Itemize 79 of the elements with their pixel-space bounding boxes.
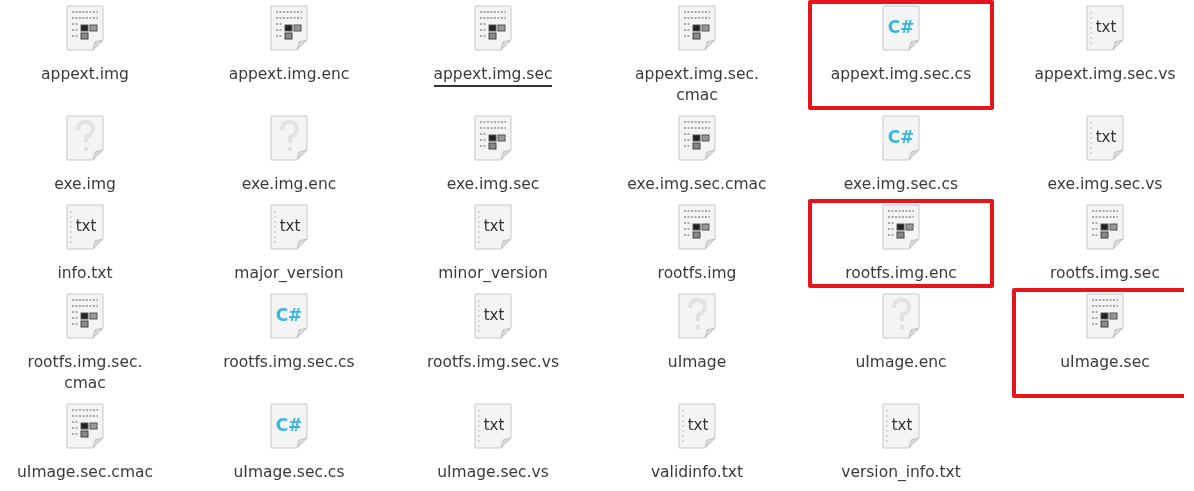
file-name: uImage.sec.cmac	[17, 462, 153, 483]
file-item[interactable]: uImage	[604, 288, 790, 398]
file-name: uImage	[667, 352, 727, 373]
file-name: rootfs.img.sec. cmac	[27, 352, 143, 394]
file-item[interactable]: txt appext.img.sec.vs	[1012, 0, 1184, 110]
text-file-icon[interactable]: txt	[1085, 4, 1125, 52]
file-item[interactable]: rootfs.img.sec	[1012, 199, 1184, 288]
file-name: appext.img.sec.vs	[1034, 64, 1176, 85]
file-item[interactable]: C# uImage.sec.cs	[196, 398, 382, 487]
file-name: info.txt	[57, 263, 113, 284]
file-name: appext.img.enc	[228, 64, 350, 85]
file-item[interactable]: txt validinfo.txt	[604, 398, 790, 487]
binary-file-icon[interactable]	[65, 402, 105, 450]
file-item[interactable]: txt exe.img.sec.vs	[1012, 110, 1184, 199]
file-name: uImage.sec.cs	[233, 462, 345, 483]
file-item[interactable]: exe.img	[0, 110, 178, 199]
file-item[interactable]: exe.img.sec.cmac	[604, 110, 790, 199]
file-item[interactable]: C# exe.img.sec.cs	[808, 110, 994, 199]
file-name: rootfs.img	[657, 263, 737, 284]
file-item[interactable]: txt version_info.txt	[808, 398, 994, 487]
binary-file-icon[interactable]	[677, 203, 717, 251]
file-name: version_info.txt	[841, 462, 961, 483]
file-name: appext.img	[41, 64, 129, 85]
binary-file-icon[interactable]	[1085, 203, 1125, 251]
file-item[interactable]: uImage.sec.cmac	[0, 398, 178, 487]
file-item[interactable]: appext.img	[0, 0, 178, 110]
file-name: rootfs.img.sec.vs	[427, 352, 559, 373]
text-file-icon[interactable]: txt	[65, 203, 105, 251]
file-item[interactable]: uImage.sec	[1012, 288, 1184, 398]
file-item[interactable]: appext.img.enc	[196, 0, 382, 110]
file-name: uImage.sec.vs	[437, 462, 549, 483]
file-name: appext.img.sec. cmac	[635, 64, 759, 106]
file-item[interactable]: txt info.txt	[0, 199, 178, 288]
file-item[interactable]: rootfs.img.enc	[808, 199, 994, 288]
binary-file-icon[interactable]	[473, 4, 513, 52]
file-item[interactable]: txt uImage.sec.vs	[400, 398, 586, 487]
binary-file-icon[interactable]	[65, 292, 105, 340]
file-item[interactable]: C# appext.img.sec.cs	[808, 0, 994, 110]
file-name: uImage.sec	[1060, 352, 1150, 373]
file-name: exe.img.sec.vs	[1047, 174, 1163, 195]
file-name: exe.img.enc	[241, 174, 337, 195]
file-item[interactable]: exe.img.sec	[400, 110, 586, 199]
file-item[interactable]: txt major_version	[196, 199, 382, 288]
file-name: rootfs.img.enc	[845, 263, 957, 284]
file-name: rootfs.img.sec	[1050, 263, 1160, 284]
file-name: validinfo.txt	[650, 462, 744, 483]
file-item[interactable]: appext.img.sec	[400, 0, 586, 110]
binary-file-icon[interactable]	[473, 114, 513, 162]
file-item[interactable]: appext.img.sec. cmac	[604, 0, 790, 110]
file-name: minor_version	[438, 263, 548, 284]
file-name: exe.img.sec.cmac	[627, 174, 767, 195]
binary-file-icon[interactable]	[269, 4, 309, 52]
binary-file-icon[interactable]	[65, 4, 105, 52]
file-item[interactable]: C# rootfs.img.sec.cs	[196, 288, 382, 398]
file-name: major_version	[234, 263, 344, 284]
text-file-icon[interactable]: txt	[1085, 114, 1125, 162]
file-name: uImage.enc	[855, 352, 947, 373]
file-item[interactable]: txt minor_version	[400, 199, 586, 288]
text-file-icon[interactable]: txt	[881, 402, 921, 450]
text-file-icon[interactable]: txt	[473, 402, 513, 450]
file-item[interactable]: uImage.enc	[808, 288, 994, 398]
file-item[interactable]: rootfs.img.sec. cmac	[0, 288, 178, 398]
file-name: appext.img.sec.cs	[830, 64, 972, 85]
file-name: exe.img.sec.cs	[843, 174, 959, 195]
file-item[interactable]: rootfs.img	[604, 199, 790, 288]
file-name: exe.img	[54, 174, 116, 195]
file-item[interactable]: exe.img.enc	[196, 110, 382, 199]
binary-file-icon[interactable]	[677, 114, 717, 162]
file-name: rootfs.img.sec.cs	[223, 352, 355, 373]
text-file-icon[interactable]: txt	[677, 402, 717, 450]
file-item[interactable]: txt rootfs.img.sec.vs	[400, 288, 586, 398]
text-file-icon[interactable]: txt	[473, 292, 513, 340]
binary-file-icon[interactable]	[677, 4, 717, 52]
text-file-icon[interactable]: txt	[269, 203, 309, 251]
text-file-icon[interactable]: txt	[473, 203, 513, 251]
file-name: exe.img.sec	[446, 174, 540, 195]
binary-file-icon[interactable]	[1085, 292, 1125, 340]
file-name: appext.img.sec	[433, 64, 553, 87]
binary-file-icon[interactable]	[881, 203, 921, 251]
